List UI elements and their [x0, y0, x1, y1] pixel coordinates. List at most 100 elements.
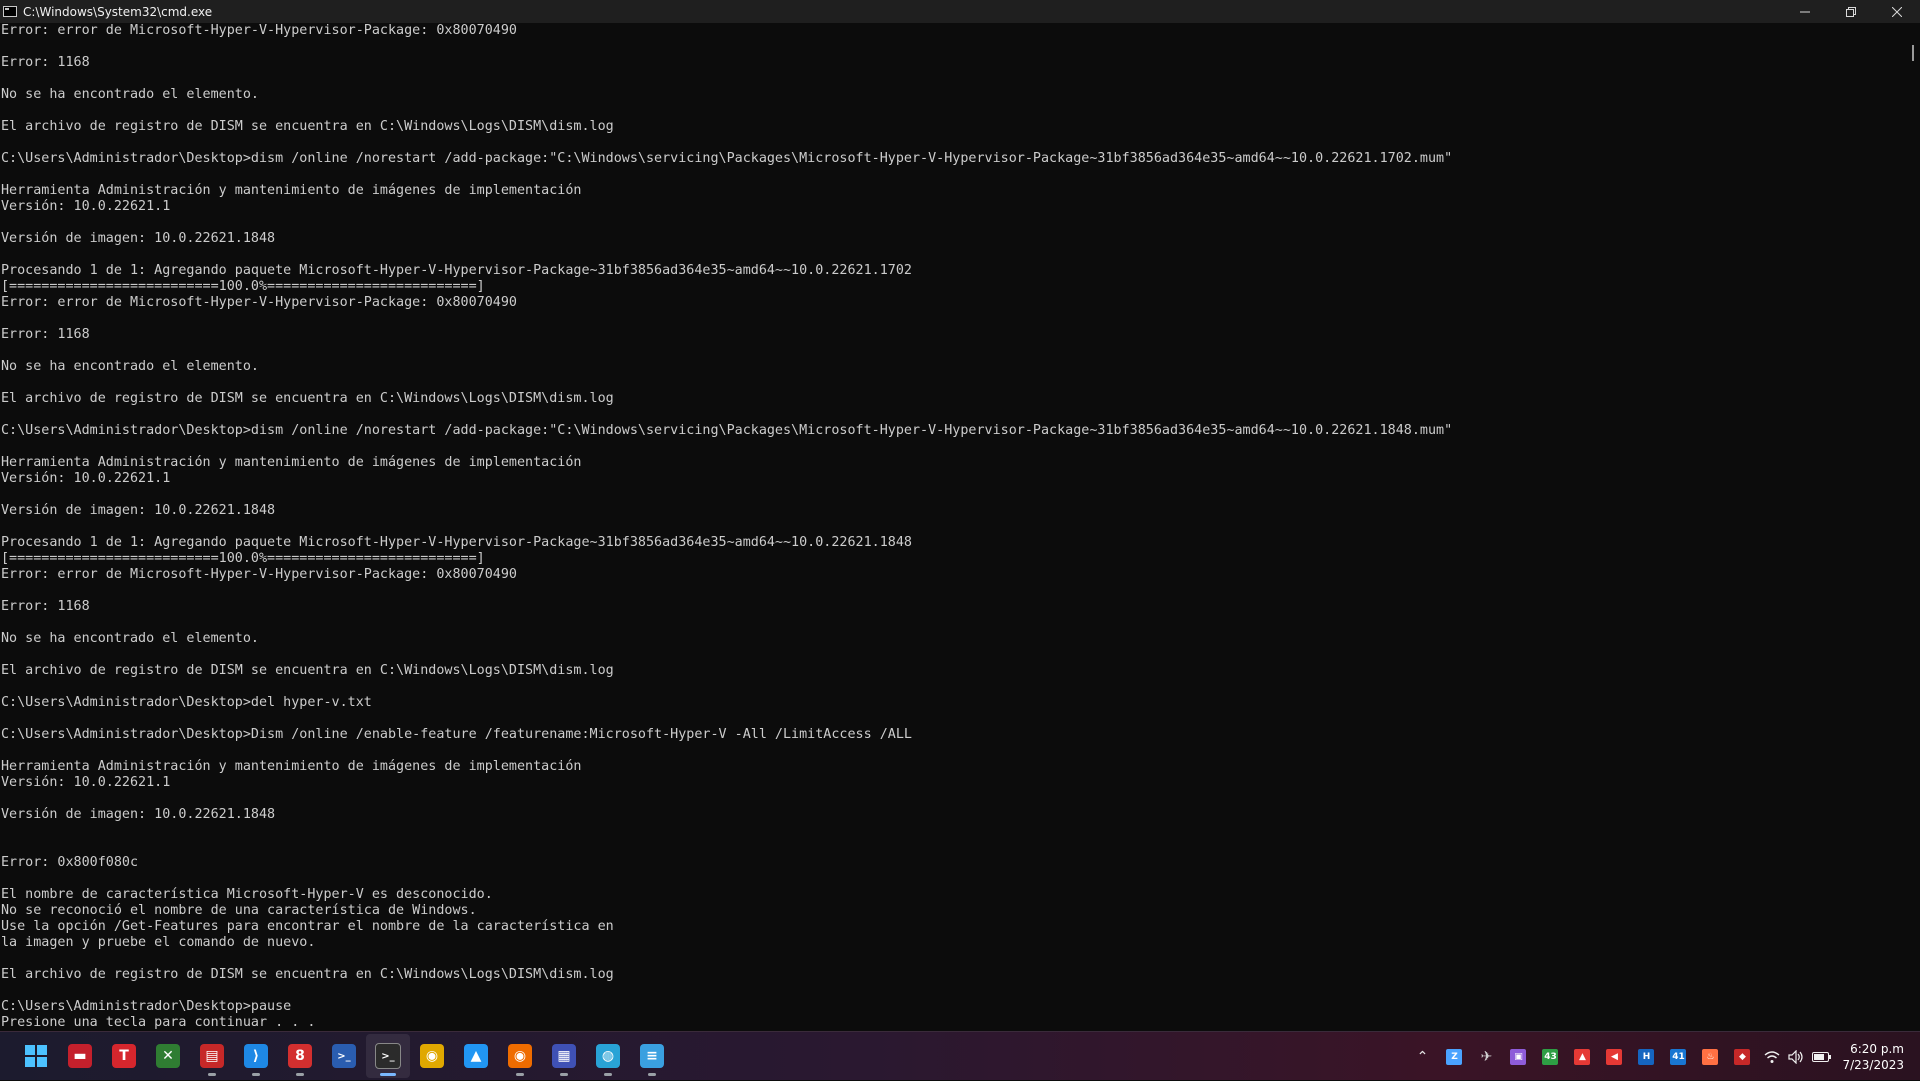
console-line: C:\Users\Administrador\Desktop>del hyper…	[1, 695, 372, 710]
flame-icon: ♨	[1702, 1048, 1719, 1065]
taskbar-app-save[interactable]: ▤	[190, 1034, 234, 1078]
console-line: C:\Users\Administrador\Desktop>Dism /onl…	[1, 727, 912, 742]
volume-icon	[1788, 1049, 1804, 1064]
console-output[interactable]: Error: error de Microsoft-Hyper-V-Hyperv…	[0, 23, 1905, 1031]
globe-icon: ◍	[596, 1044, 620, 1068]
restore-button[interactable]	[1828, 0, 1874, 23]
taskbar-app-chrome-canary[interactable]: ◉	[498, 1034, 542, 1078]
tray-app-speaker-red[interactable]: ◀	[1598, 1041, 1630, 1073]
running-indicator	[380, 1073, 396, 1076]
z-app-icon: Z	[1446, 1048, 1463, 1065]
taskbar-app-red-car[interactable]: ▬	[58, 1034, 102, 1078]
taskbar-app-chrome[interactable]: ◉	[410, 1034, 454, 1078]
warning-icon: ▲	[1574, 1048, 1591, 1065]
running-indicator	[560, 1073, 568, 1076]
cpu-badge-icon: 41	[1670, 1048, 1687, 1065]
windows-start-icon	[25, 1045, 47, 1067]
console-line: No se reconoció el nombre de una caracte…	[1, 903, 477, 918]
taskbar-app-a[interactable]: ▲	[454, 1034, 498, 1078]
scrollbar-thumb[interactable]	[1912, 45, 1914, 61]
console-line: Versión de imagen: 10.0.22621.1848	[1, 231, 276, 246]
floppy-disk-icon: ▤	[200, 1044, 224, 1068]
taskbar-app-t[interactable]: T	[102, 1034, 146, 1078]
chrome-icon: ◉	[420, 1044, 444, 1068]
xbox-icon: ✕	[156, 1044, 180, 1068]
taskbar-app-outlook[interactable]: ▦	[542, 1034, 586, 1078]
tray-app-z[interactable]: Z	[1438, 1041, 1470, 1073]
console-line: Herramienta Administración y mantenimien…	[1, 183, 582, 198]
console-line: El archivo de registro de DISM se encuen…	[1, 663, 614, 678]
console-line: C:\Users\Administrador\Desktop>dism /onl…	[1, 151, 1453, 166]
vertical-scrollbar[interactable]	[1905, 23, 1920, 1031]
plane-icon: ✈	[1480, 1048, 1493, 1065]
tray-icons: ⌃ Z ✈ ▣ 43 ▲ ◀ H 41 ♨ ◆	[1406, 1041, 1758, 1073]
console-line: Error: 1168	[1, 55, 90, 70]
running-indicator	[604, 1073, 612, 1076]
t-app-icon: T	[112, 1044, 136, 1068]
console-line: No se ha encontrado el elemento.	[1, 87, 259, 102]
eight-app-icon: 8	[288, 1044, 312, 1068]
minimize-icon	[1800, 11, 1810, 12]
tray-app-43[interactable]: 43	[1534, 1041, 1566, 1073]
terminal-icon: >_	[375, 1043, 401, 1069]
console-line: Versión de imagen: 10.0.22621.1848	[1, 807, 276, 822]
console-line: Use la opción /Get-Features para encontr…	[1, 919, 614, 934]
console-line: [==========================100.0%=======…	[1, 279, 485, 294]
taskbar-app-notepad[interactable]: ≡	[630, 1034, 674, 1078]
red-car-app-icon: ▬	[68, 1044, 92, 1068]
console-line: Versión: 10.0.22621.1	[1, 471, 171, 486]
console-line: Versión: 10.0.22621.1	[1, 199, 171, 214]
tray-app-41[interactable]: 41	[1662, 1041, 1694, 1073]
tray-app-red[interactable]: ◆	[1726, 1041, 1758, 1073]
taskbar-app-globe[interactable]: ◍	[586, 1034, 630, 1078]
clock-time: 6:20 p.m	[1850, 1041, 1904, 1056]
running-indicator	[296, 1073, 304, 1076]
tray-app-monitor[interactable]: ▣	[1502, 1041, 1534, 1073]
close-button[interactable]	[1874, 0, 1920, 23]
console-line: [==========================100.0%=======…	[1, 551, 485, 566]
a-app-icon: ▲	[464, 1044, 488, 1068]
taskbar-app-xbox[interactable]: ✕	[146, 1034, 190, 1078]
window-controls	[1782, 0, 1920, 23]
tray-app-h[interactable]: H	[1630, 1041, 1662, 1073]
tray-app-flame[interactable]: ♨	[1694, 1041, 1726, 1073]
tray-app-warning[interactable]: ▲	[1566, 1041, 1598, 1073]
powershell-icon: >_	[332, 1044, 356, 1068]
console-line: Error: error de Microsoft-Hyper-V-Hyperv…	[1, 23, 517, 38]
running-indicator	[648, 1073, 656, 1076]
monitor-icon: ▣	[1510, 1048, 1527, 1065]
console-line: Herramienta Administración y mantenimien…	[1, 759, 582, 774]
console-line: Error: error de Microsoft-Hyper-V-Hyperv…	[1, 567, 517, 582]
minimize-button[interactable]	[1782, 0, 1828, 23]
taskbar-app-powershell[interactable]: >_	[322, 1034, 366, 1078]
clock[interactable]: 6:20 p.m 7/23/2023	[1842, 1041, 1904, 1073]
taskbar-app-vscode[interactable]: ⟩	[234, 1034, 278, 1078]
title-bar[interactable]: C:\Windows\System32\cmd.exe	[0, 0, 1920, 23]
taskbar-app-8[interactable]: 8	[278, 1034, 322, 1078]
start-button[interactable]	[14, 1034, 58, 1078]
console-line: C:\Users\Administrador\Desktop>pause	[1, 999, 292, 1014]
red-speaker-icon: ◀	[1606, 1048, 1623, 1065]
quick-settings[interactable]	[1764, 1049, 1832, 1064]
console-line: El archivo de registro de DISM se encuen…	[1, 391, 614, 406]
tray-app-plane[interactable]: ✈	[1470, 1041, 1502, 1073]
tray-overflow-chevron[interactable]: ⌃	[1406, 1041, 1438, 1073]
clock-date: 7/23/2023	[1842, 1057, 1904, 1072]
taskbar-app-terminal[interactable]: >_	[366, 1034, 410, 1078]
console-line: Error: 1168	[1, 599, 90, 614]
console-line: Presione una tecla para continuar . . .	[1, 1015, 316, 1030]
console-line: El archivo de registro de DISM se encuen…	[1, 119, 614, 134]
